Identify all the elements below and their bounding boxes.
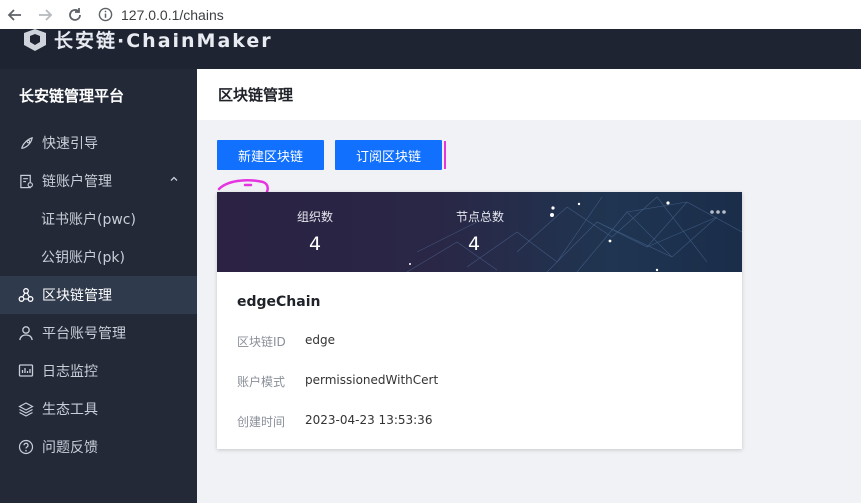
sidebar-item-feedback[interactable]: 问题反馈 [0,428,197,466]
reload-button[interactable] [60,0,90,29]
question-icon [18,439,34,455]
card-banner: 组织数 4 节点总数 4 [217,192,742,272]
logo-text: 长安链·ChainMaker [54,30,273,52]
sidebar-title: 长安链管理平台 [19,87,125,105]
address-bar[interactable]: 127.0.0.1/chains [98,7,224,23]
sidebar-item-label: 问题反馈 [42,440,98,456]
sidebar-item-blockchain-management[interactable]: 区块链管理 [0,276,197,314]
chain-card[interactable]: 组织数 4 节点总数 4 edgeChain 区块链ID edge 账户模式 p… [217,192,742,449]
logo[interactable]: 长安链·ChainMaker [22,29,273,53]
chainmaker-logo-icon [24,29,46,51]
field-value: edge [305,333,335,347]
account-doc-icon [18,173,34,189]
sidebar-item-pk-accounts[interactable]: 公钥账户(pk) [0,238,197,276]
arrow-left-icon [7,8,21,21]
field-created-time: 创建时间 2023-04-23 13:53:36 [237,413,432,430]
reload-icon [69,7,81,21]
user-icon [18,325,34,341]
field-value: permissionedWithCert [305,373,439,387]
chevron-up-icon [170,176,178,181]
field-value: 2023-04-23 13:53:36 [305,413,433,427]
sidebar-item-label: 平台账号管理 [42,326,126,342]
browser-toolbar: 127.0.0.1/chains [0,0,861,29]
sidebar-item-label: 日志监控 [42,364,98,380]
sidebar-item-label: 区块链管理 [42,288,112,304]
sidebar-item-cert-accounts[interactable]: 证书账户(pwc) [0,200,197,238]
monitor-icon [18,363,34,379]
field-label: 区块链ID [237,335,286,349]
sidebar-item-chain-accounts[interactable]: 链账户管理 [0,162,197,200]
org-count-stat: 组织数 4 [297,208,333,255]
page-title: 区块链管理 [197,69,861,120]
back-button[interactable] [0,0,30,29]
sidebar: 长安链管理平台 快速引导 链账户管理 证书账户(pwc) 公钥账户(pk) 区块… [0,69,197,503]
sidebar-item-label: 证书账户(pwc) [41,212,136,228]
sidebar-item-label: 快速引导 [42,136,98,152]
arrow-right-icon [39,8,53,21]
layers-icon [18,401,34,417]
sidebar-item-eco-tools[interactable]: 生态工具 [0,390,197,428]
rocket-icon [18,135,34,151]
field-label: 创建时间 [237,415,286,429]
sidebar-item-platform-accounts[interactable]: 平台账号管理 [0,314,197,352]
stat-label: 节点总数 [456,210,505,224]
more-options-icon[interactable] [709,209,727,215]
sidebar-item-label: 公钥账户(pk) [41,250,125,266]
url-text: 127.0.0.1/chains [121,6,224,23]
node-count-stat: 节点总数 4 [456,208,504,255]
field-account-mode: 账户模式 permissionedWithCert [237,373,438,390]
info-icon [98,7,113,22]
action-buttons: 新建区块链 订阅区块链 [217,140,453,170]
new-chain-button[interactable]: 新建区块链 [217,140,325,170]
chain-name: edgeChain [237,294,321,310]
stat-value: 4 [468,233,481,255]
field-chain-id: 区块链ID edge [237,333,335,350]
stat-label: 组织数 [297,210,334,224]
forward-button[interactable] [30,0,60,29]
sidebar-item-label: 链账户管理 [42,174,112,190]
sidebar-item-label: 生态工具 [42,402,98,418]
field-label: 账户模式 [237,375,286,389]
app-header: 长安链·ChainMaker [0,29,861,69]
sidebar-item-log-monitor[interactable]: 日志监控 [0,352,197,390]
blockchain-icon [18,287,34,303]
subscribe-chain-button[interactable]: 订阅区块链 [335,140,443,170]
sidebar-item-quick-guide[interactable]: 快速引导 [0,124,197,162]
stat-value: 4 [309,233,322,255]
annotation-line [444,141,446,169]
